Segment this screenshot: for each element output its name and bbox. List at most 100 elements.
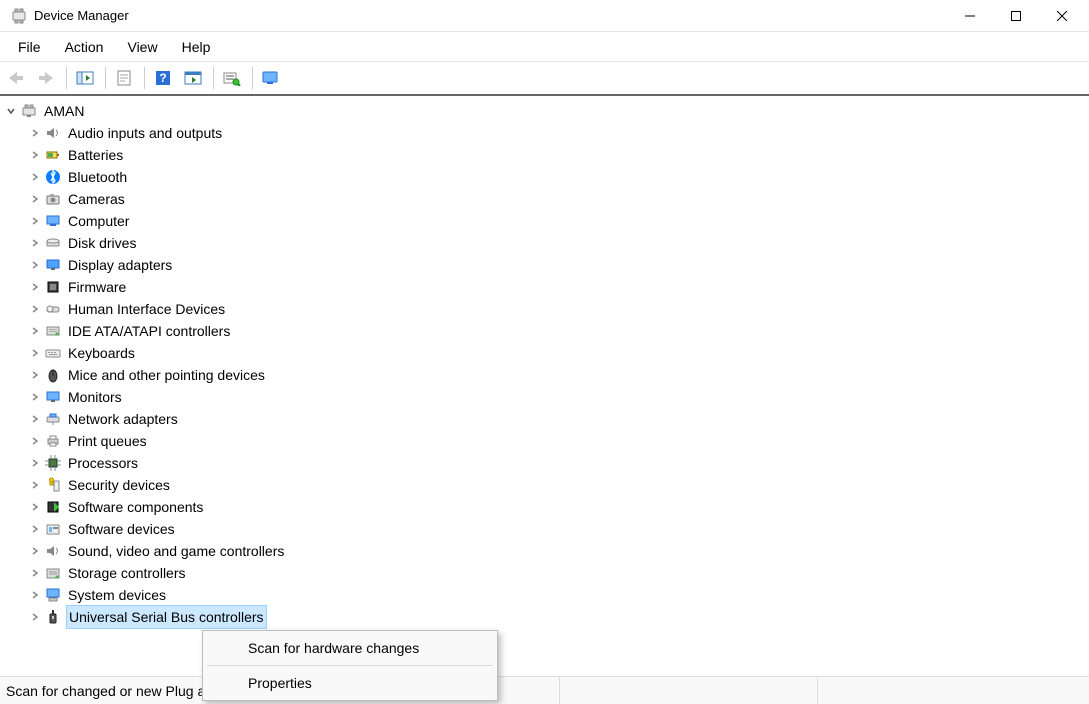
hid-icon bbox=[44, 300, 62, 318]
battery-icon bbox=[44, 146, 62, 164]
tree-node-label: Bluetooth bbox=[66, 166, 129, 188]
menu-view[interactable]: View bbox=[115, 35, 169, 59]
storage-icon bbox=[44, 564, 62, 582]
action-button[interactable] bbox=[179, 64, 207, 92]
audio-icon bbox=[44, 124, 62, 142]
computer-root-icon bbox=[20, 102, 38, 120]
chevron-right-icon[interactable] bbox=[28, 518, 42, 540]
toolbar-separator bbox=[66, 67, 67, 89]
context-menu: Scan for hardware changes Properties bbox=[202, 630, 498, 701]
tree-node-label: Firmware bbox=[66, 276, 128, 298]
tree-node-security-devices[interactable]: Security devices bbox=[0, 474, 1089, 496]
chevron-right-icon[interactable] bbox=[28, 386, 42, 408]
menubar: File Action View Help bbox=[0, 32, 1089, 62]
devices-button[interactable] bbox=[257, 64, 285, 92]
help-button[interactable]: ? bbox=[149, 64, 177, 92]
tree-node-system-devices[interactable]: System devices bbox=[0, 584, 1089, 606]
chevron-right-icon[interactable] bbox=[28, 496, 42, 518]
context-properties[interactable]: Properties bbox=[206, 669, 494, 697]
tree-node-disk-drives[interactable]: Disk drives bbox=[0, 232, 1089, 254]
network-icon bbox=[44, 410, 62, 428]
chevron-down-icon[interactable] bbox=[4, 100, 18, 122]
properties-button[interactable] bbox=[110, 64, 138, 92]
chevron-right-icon[interactable] bbox=[28, 320, 42, 342]
chevron-right-icon[interactable] bbox=[28, 562, 42, 584]
system-icon bbox=[44, 586, 62, 604]
tree-node-human-interface-devices[interactable]: Human Interface Devices bbox=[0, 298, 1089, 320]
maximize-button[interactable] bbox=[993, 0, 1039, 32]
chevron-right-icon[interactable] bbox=[28, 540, 42, 562]
chevron-right-icon[interactable] bbox=[28, 430, 42, 452]
svg-text:?: ? bbox=[159, 71, 166, 85]
close-button[interactable] bbox=[1039, 0, 1085, 32]
tree-node-label: Print queues bbox=[66, 430, 149, 452]
menu-action[interactable]: Action bbox=[53, 35, 116, 59]
tree-node-label: Network adapters bbox=[66, 408, 180, 430]
tree-node-sound-video-and-game-controllers[interactable]: Sound, video and game controllers bbox=[0, 540, 1089, 562]
softdev-icon bbox=[44, 520, 62, 538]
tree-node-ide-ata-atapi-controllers[interactable]: IDE ATA/ATAPI controllers bbox=[0, 320, 1089, 342]
tree-node-label: Cameras bbox=[66, 188, 127, 210]
tree-node-label: Display adapters bbox=[66, 254, 174, 276]
device-tree[interactable]: AMANAudio inputs and outputsBatteriesBlu… bbox=[0, 96, 1089, 674]
back-button[interactable] bbox=[2, 64, 30, 92]
tree-node-storage-controllers[interactable]: Storage controllers bbox=[0, 562, 1089, 584]
tree-root-node[interactable]: AMAN bbox=[0, 100, 1089, 122]
tree-node-software-components[interactable]: Software components bbox=[0, 496, 1089, 518]
chevron-right-icon[interactable] bbox=[28, 122, 42, 144]
chevron-right-icon[interactable] bbox=[28, 408, 42, 430]
menu-help[interactable]: Help bbox=[170, 35, 223, 59]
app-icon bbox=[10, 7, 28, 25]
tree-node-display-adapters[interactable]: Display adapters bbox=[0, 254, 1089, 276]
tree-root-label: AMAN bbox=[42, 100, 86, 122]
tree-node-label: Mice and other pointing devices bbox=[66, 364, 267, 386]
tree-node-monitors[interactable]: Monitors bbox=[0, 386, 1089, 408]
tree-node-mice-and-other-pointing-devices[interactable]: Mice and other pointing devices bbox=[0, 364, 1089, 386]
show-hide-tree-button[interactable] bbox=[71, 64, 99, 92]
tree-node-computer[interactable]: Computer bbox=[0, 210, 1089, 232]
chevron-right-icon[interactable] bbox=[28, 298, 42, 320]
tree-node-firmware[interactable]: Firmware bbox=[0, 276, 1089, 298]
tree-node-cameras[interactable]: Cameras bbox=[0, 188, 1089, 210]
chevron-right-icon[interactable] bbox=[28, 474, 42, 496]
chevron-right-icon[interactable] bbox=[28, 144, 42, 166]
display-icon bbox=[44, 256, 62, 274]
chevron-right-icon[interactable] bbox=[28, 606, 42, 628]
chevron-right-icon[interactable] bbox=[28, 452, 42, 474]
chevron-right-icon[interactable] bbox=[28, 364, 42, 386]
softcomp-icon bbox=[44, 498, 62, 516]
tree-node-audio-inputs-and-outputs[interactable]: Audio inputs and outputs bbox=[0, 122, 1089, 144]
tree-node-batteries[interactable]: Batteries bbox=[0, 144, 1089, 166]
menu-file[interactable]: File bbox=[6, 35, 53, 59]
tree-node-processors[interactable]: Processors bbox=[0, 452, 1089, 474]
chevron-right-icon[interactable] bbox=[28, 188, 42, 210]
chevron-right-icon[interactable] bbox=[28, 210, 42, 232]
titlebar: Device Manager bbox=[0, 0, 1089, 32]
tree-node-print-queues[interactable]: Print queues bbox=[0, 430, 1089, 452]
chevron-right-icon[interactable] bbox=[28, 254, 42, 276]
ide-icon bbox=[44, 322, 62, 340]
tree-node-universal-serial-bus-controllers[interactable]: Universal Serial Bus controllers bbox=[0, 606, 1089, 628]
bluetooth-icon bbox=[44, 168, 62, 186]
chevron-right-icon[interactable] bbox=[28, 166, 42, 188]
camera-icon bbox=[44, 190, 62, 208]
toolbar-separator bbox=[144, 67, 145, 89]
tree-node-software-devices[interactable]: Software devices bbox=[0, 518, 1089, 540]
chevron-right-icon[interactable] bbox=[28, 232, 42, 254]
usb-icon bbox=[44, 608, 62, 626]
chevron-right-icon[interactable] bbox=[28, 276, 42, 298]
forward-button[interactable] bbox=[32, 64, 60, 92]
tree-node-keyboards[interactable]: Keyboards bbox=[0, 342, 1089, 364]
tree-node-label: Security devices bbox=[66, 474, 172, 496]
context-scan-for-hardware-changes[interactable]: Scan for hardware changes bbox=[206, 634, 494, 662]
tree-node-label: System devices bbox=[66, 584, 168, 606]
chevron-right-icon[interactable] bbox=[28, 584, 42, 606]
chevron-right-icon[interactable] bbox=[28, 342, 42, 364]
scan-hardware-button[interactable] bbox=[218, 64, 246, 92]
status-cell-2 bbox=[560, 677, 818, 704]
tree-node-label: Batteries bbox=[66, 144, 125, 166]
tree-node-label: Storage controllers bbox=[66, 562, 188, 584]
tree-node-network-adapters[interactable]: Network adapters bbox=[0, 408, 1089, 430]
minimize-button[interactable] bbox=[947, 0, 993, 32]
tree-node-bluetooth[interactable]: Bluetooth bbox=[0, 166, 1089, 188]
